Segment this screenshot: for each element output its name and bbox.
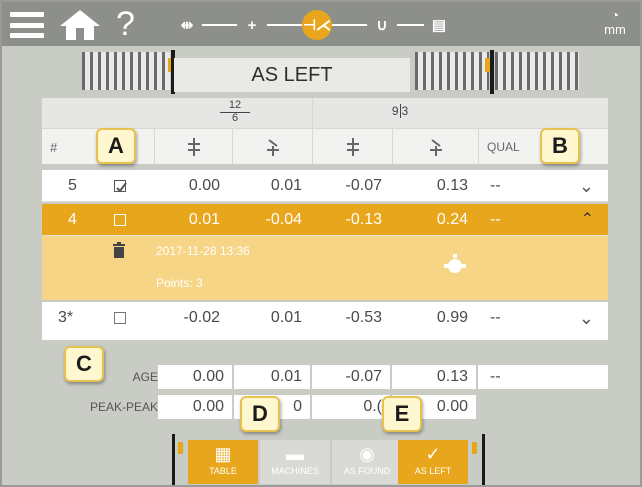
wireless-icon: ◔ [610,7,620,23]
sensor-icon[interactable]: + [237,10,267,40]
average-quality: -- [478,365,608,389]
checkmark-icon [116,182,127,193]
result-icon[interactable]: ▤ [424,10,454,40]
value-quality: -- [490,309,501,326]
angle-vertical-icon [232,129,312,165]
row-id: 4 [68,211,77,228]
as-left-title: AS LEFT [174,58,410,92]
peak-offset-v: 0.00 [158,395,232,419]
callout-a: A [96,128,136,164]
nav-marker-left [178,442,183,454]
chevron-up-icon[interactable]: ⌃ [581,204,594,236]
nav-divider-right [482,434,485,485]
header-divider [312,98,313,128]
fraction-right: 93 [385,104,415,118]
row-checkbox[interactable] [114,180,127,193]
table-position-header: 12 6 93 [42,98,608,128]
top-bar: ? ⇹ + ⊣⋌ ∪ ▤ ◔ mm [2,2,640,46]
bottom-navigation: ▦ TABLE ▬ MACHINES ◉ AS FOUND ✓ AS LEFT [172,434,486,485]
tab-as-left-label: AS LEFT [414,466,452,476]
fraction-left: 12 6 [220,100,250,124]
home-icon[interactable] [58,8,102,42]
callout-e: E [382,396,422,432]
callout-b: B [540,128,580,164]
value-angle-h: 0.24 [436,211,468,228]
value-quality: -- [490,177,501,194]
average-angle-v: 0.01 [234,365,310,389]
value-offset-v: 0.00 [188,177,220,194]
detail-timestamp: 2017-11-28 13:36 [156,244,250,258]
peak-peak-label: PEAK-PEAK [89,400,158,414]
dimensions-icon[interactable]: ⇹ [172,10,202,40]
average-row: AGE 0.00 0.01 -0.07 0.13 -- [42,364,608,390]
shaft-banner: AS LEFT [4,46,638,96]
tab-as-left[interactable]: ✓ AS LEFT [398,440,468,484]
value-angle-h: 0.99 [436,309,468,326]
help-icon[interactable]: ? [116,4,140,44]
value-offset-v: -0.02 [183,309,220,326]
nav-divider-left [172,434,175,485]
value-angle-v: -0.04 [265,211,302,228]
value-angle-h: 0.13 [436,177,468,194]
chevron-down-icon[interactable]: ⌄ [579,302,594,334]
average-angle-h: 0.13 [392,365,476,389]
table-row[interactable]: 3* -0.02 0.01 -0.53 0.99 -- ⌄ [42,302,608,340]
unit-label: mm [604,22,626,37]
eye-icon: ◉ [359,444,375,464]
average-offset-v: 0.00 [158,365,232,389]
value-quality: -- [490,211,501,228]
peak-offset-h: 0.( [312,395,390,419]
tab-machines-label: MACHINES [271,466,319,476]
tab-machines[interactable]: ▬ MACHINES [260,440,330,484]
value-angle-v: 0.01 [270,309,302,326]
fraction-right-den: 3 [399,104,409,118]
fraction-left-num: 12 [228,99,242,111]
value-angle-v: 0.01 [270,177,302,194]
table-row[interactable]: 5 0.00 0.01 -0.07 0.13 -- ⌄ [42,170,608,202]
fraction-right-num: 9 [391,104,399,118]
detail-points: Points: 3 [156,276,203,290]
divider-right [490,50,494,94]
tab-as-found[interactable]: ◉ AS FOUND [332,440,402,484]
tab-table[interactable]: ▦ TABLE [188,440,258,484]
app-frame: ? ⇹ + ⊣⋌ ∪ ▤ ◔ mm AS LEFT 12 6 9 3 # QUA… [0,0,642,487]
row-id: 3* [58,309,74,326]
check-icon: ✓ [425,444,441,464]
row-checkbox[interactable] [114,312,126,324]
callout-d: D [240,396,280,432]
row-checkbox[interactable] [114,214,126,226]
tab-as-found-label: AS FOUND [343,466,391,476]
trash-icon[interactable] [112,242,126,258]
value-offset-v: 0.01 [188,211,220,228]
average-offset-h: -0.07 [312,365,390,389]
tab-table-label: TABLE [209,466,237,476]
coupling-left [82,52,170,90]
hamburger-menu-icon[interactable] [10,12,44,38]
target-icon [444,254,466,273]
machines-icon: ▬ [286,444,304,464]
value-offset-h: -0.53 [345,309,382,326]
peak-peak-row: PEAK-PEAK 0.00 0 0.( 0.00 [42,394,608,420]
callout-c: C [64,346,104,382]
magnet-icon[interactable]: ∪ [367,10,397,40]
value-offset-h: -0.13 [345,211,382,228]
offset-horizontal-icon [312,129,392,165]
unit-indicator[interactable]: ◔ mm [600,8,630,37]
workflow-steps: ⇹ + ⊣⋌ ∪ ▤ [162,8,462,42]
table-row-selected[interactable]: 4 0.01 -0.04 -0.13 0.24 -- ⌃ [42,204,608,236]
offset-vertical-icon [154,129,232,165]
angle-horizontal-icon [392,129,478,165]
table-icon: ▦ [214,444,232,464]
chevron-down-icon[interactable]: ⌄ [579,170,594,202]
nav-marker-right [472,442,477,454]
coupling-middle [415,52,489,90]
measure-icon[interactable]: ⊣⋌ [302,10,332,40]
marker-right [485,58,490,72]
coupling-right [495,52,579,90]
value-offset-h: -0.07 [345,177,382,194]
row-detail-panel: 2017-11-28 13:36 Points: 3 [42,236,608,300]
row-id: 5 [68,177,77,194]
fraction-left-den: 6 [220,112,250,124]
